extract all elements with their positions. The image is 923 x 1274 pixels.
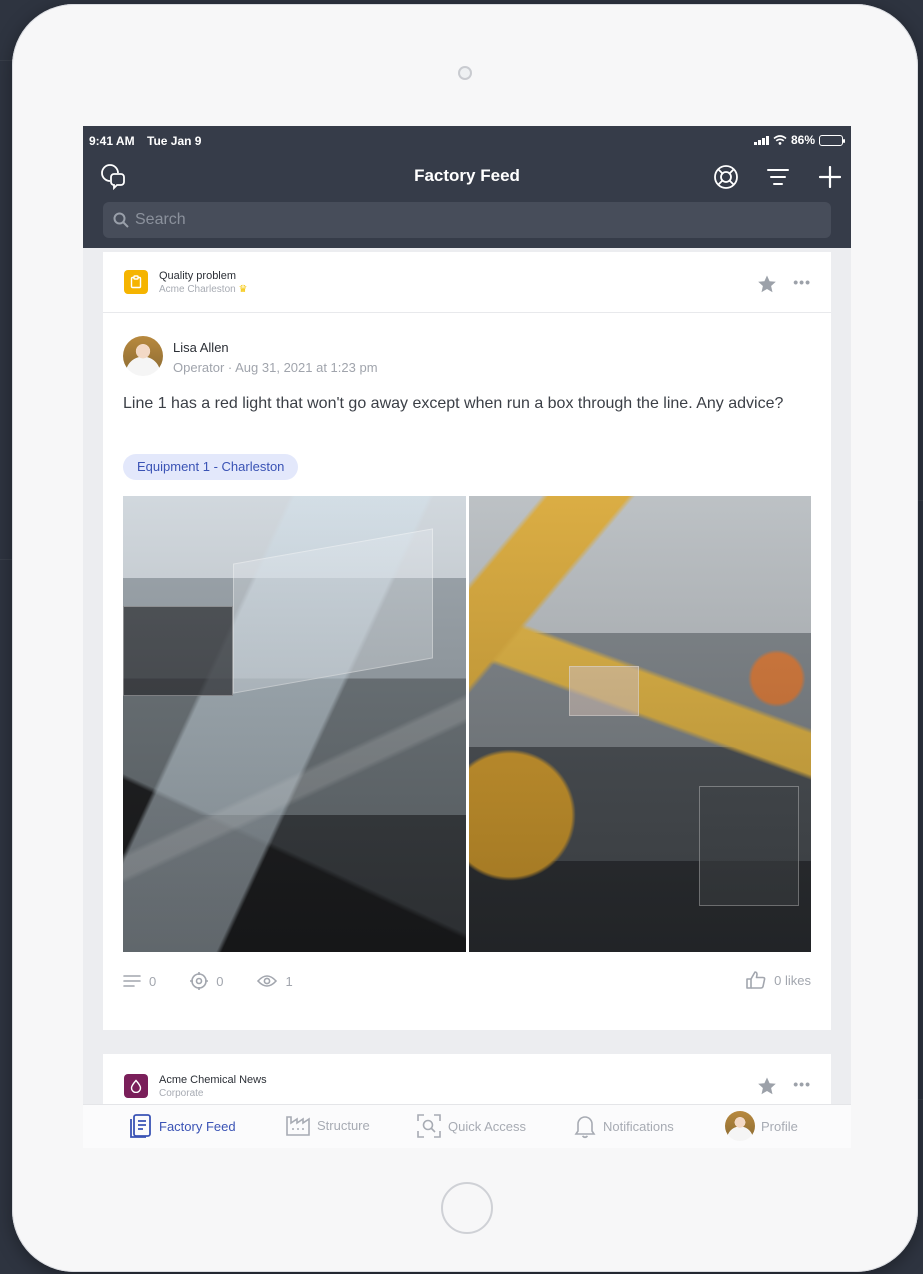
tab-label: Notifications	[603, 1118, 674, 1134]
comments-count: 0	[149, 973, 157, 989]
wifi-icon	[773, 135, 787, 145]
scan-icon	[417, 1114, 441, 1138]
post-category[interactable]: Acme Chemical News	[159, 1074, 267, 1086]
tab-label: Structure	[317, 1117, 370, 1133]
battery-icon	[819, 134, 845, 146]
likes-count: 0 likes	[774, 972, 811, 988]
photo-shade	[123, 496, 466, 952]
more-options-icon[interactable]: •••	[793, 274, 811, 290]
post-location-text: Acme Charleston	[159, 284, 236, 295]
thumbs-up-icon	[746, 971, 766, 989]
battery-percent: 86%	[790, 133, 815, 147]
photo-shade	[469, 496, 811, 952]
target-icon	[190, 972, 209, 990]
post-location: Acme Charleston ♛	[159, 284, 247, 295]
post-photo-robot[interactable]	[469, 496, 811, 952]
views-stat: 1	[257, 973, 293, 989]
avatar[interactable]	[123, 336, 163, 376]
post-body: Line 1 has a red light that won't go awa…	[123, 395, 784, 412]
actions-stat[interactable]: 0	[190, 972, 223, 990]
front-camera	[458, 66, 472, 80]
divider	[103, 312, 831, 313]
star-icon[interactable]	[757, 274, 777, 294]
status-date: Tue Jan 9	[147, 134, 202, 148]
app-header: 9:41 AM Tue Jan 9 86% Factory Feed Searc…	[83, 126, 851, 248]
feed-icon	[130, 1114, 151, 1138]
search-placeholder: Search	[135, 211, 186, 228]
tab-factory-feed[interactable]: Factory Feed	[129, 1113, 236, 1139]
home-button[interactable]	[441, 1182, 493, 1234]
tab-bar: Factory Feed Structure Quick Access Noti…	[83, 1104, 851, 1148]
eye-icon	[257, 975, 278, 987]
post-photo-machine[interactable]	[123, 496, 466, 952]
post-category[interactable]: Quality problem	[159, 270, 236, 282]
bell-icon	[574, 1116, 596, 1139]
search-icon	[113, 212, 129, 228]
tab-quick-access[interactable]: Quick Access	[416, 1113, 526, 1139]
like-button[interactable]: 0 likes	[746, 971, 811, 989]
droplet-icon	[124, 1074, 148, 1098]
tab-structure[interactable]: Structure	[285, 1113, 370, 1137]
more-options-icon[interactable]: •••	[793, 1076, 811, 1092]
signal-icon	[753, 135, 769, 145]
avatar	[725, 1111, 755, 1141]
post-location: Corporate	[159, 1088, 204, 1099]
tab-notifications[interactable]: Notifications	[573, 1113, 674, 1139]
feed-post[interactable]: Quality problem Acme Charleston ♛ ••• Li…	[103, 252, 831, 1030]
plus-icon[interactable]	[815, 162, 845, 192]
tab-label: Factory Feed	[159, 1118, 236, 1134]
app-screen: 9:41 AM Tue Jan 9 86% Factory Feed Searc…	[83, 126, 851, 1148]
comments-icon	[123, 975, 141, 987]
post-stats: 0 0 1 0 likes	[123, 970, 811, 992]
tab-label: Profile	[761, 1118, 798, 1134]
search-input[interactable]: Search	[103, 202, 831, 238]
tab-label: Quick Access	[448, 1118, 527, 1134]
post-author[interactable]: Lisa Allen	[173, 340, 229, 355]
views-count: 1	[285, 973, 293, 989]
equipment-tag[interactable]: Equipment 1 - Charleston	[123, 454, 299, 480]
clipboard-icon	[124, 270, 148, 294]
navigation-bar: Factory Feed	[83, 154, 851, 198]
lifebuoy-icon[interactable]	[711, 162, 741, 192]
filter-icon[interactable]	[763, 162, 793, 192]
tab-profile[interactable]: Profile	[725, 1111, 798, 1141]
status-indicators: 86%	[753, 133, 845, 147]
crown-icon: ♛	[238, 284, 248, 295]
star-icon[interactable]	[757, 1076, 777, 1096]
actions-count: 0	[216, 973, 224, 989]
post-meta: Operator · Aug 31, 2021 at 1:23 pm	[173, 360, 378, 375]
comments-stat[interactable]: 0	[123, 974, 156, 989]
status-bar: 9:41 AM Tue Jan 9 86%	[83, 128, 851, 148]
factory-icon	[286, 1116, 310, 1136]
tablet-frame: 9:41 AM Tue Jan 9 86% Factory Feed Searc…	[12, 4, 918, 1272]
status-time: 9:41 AM	[89, 134, 135, 148]
